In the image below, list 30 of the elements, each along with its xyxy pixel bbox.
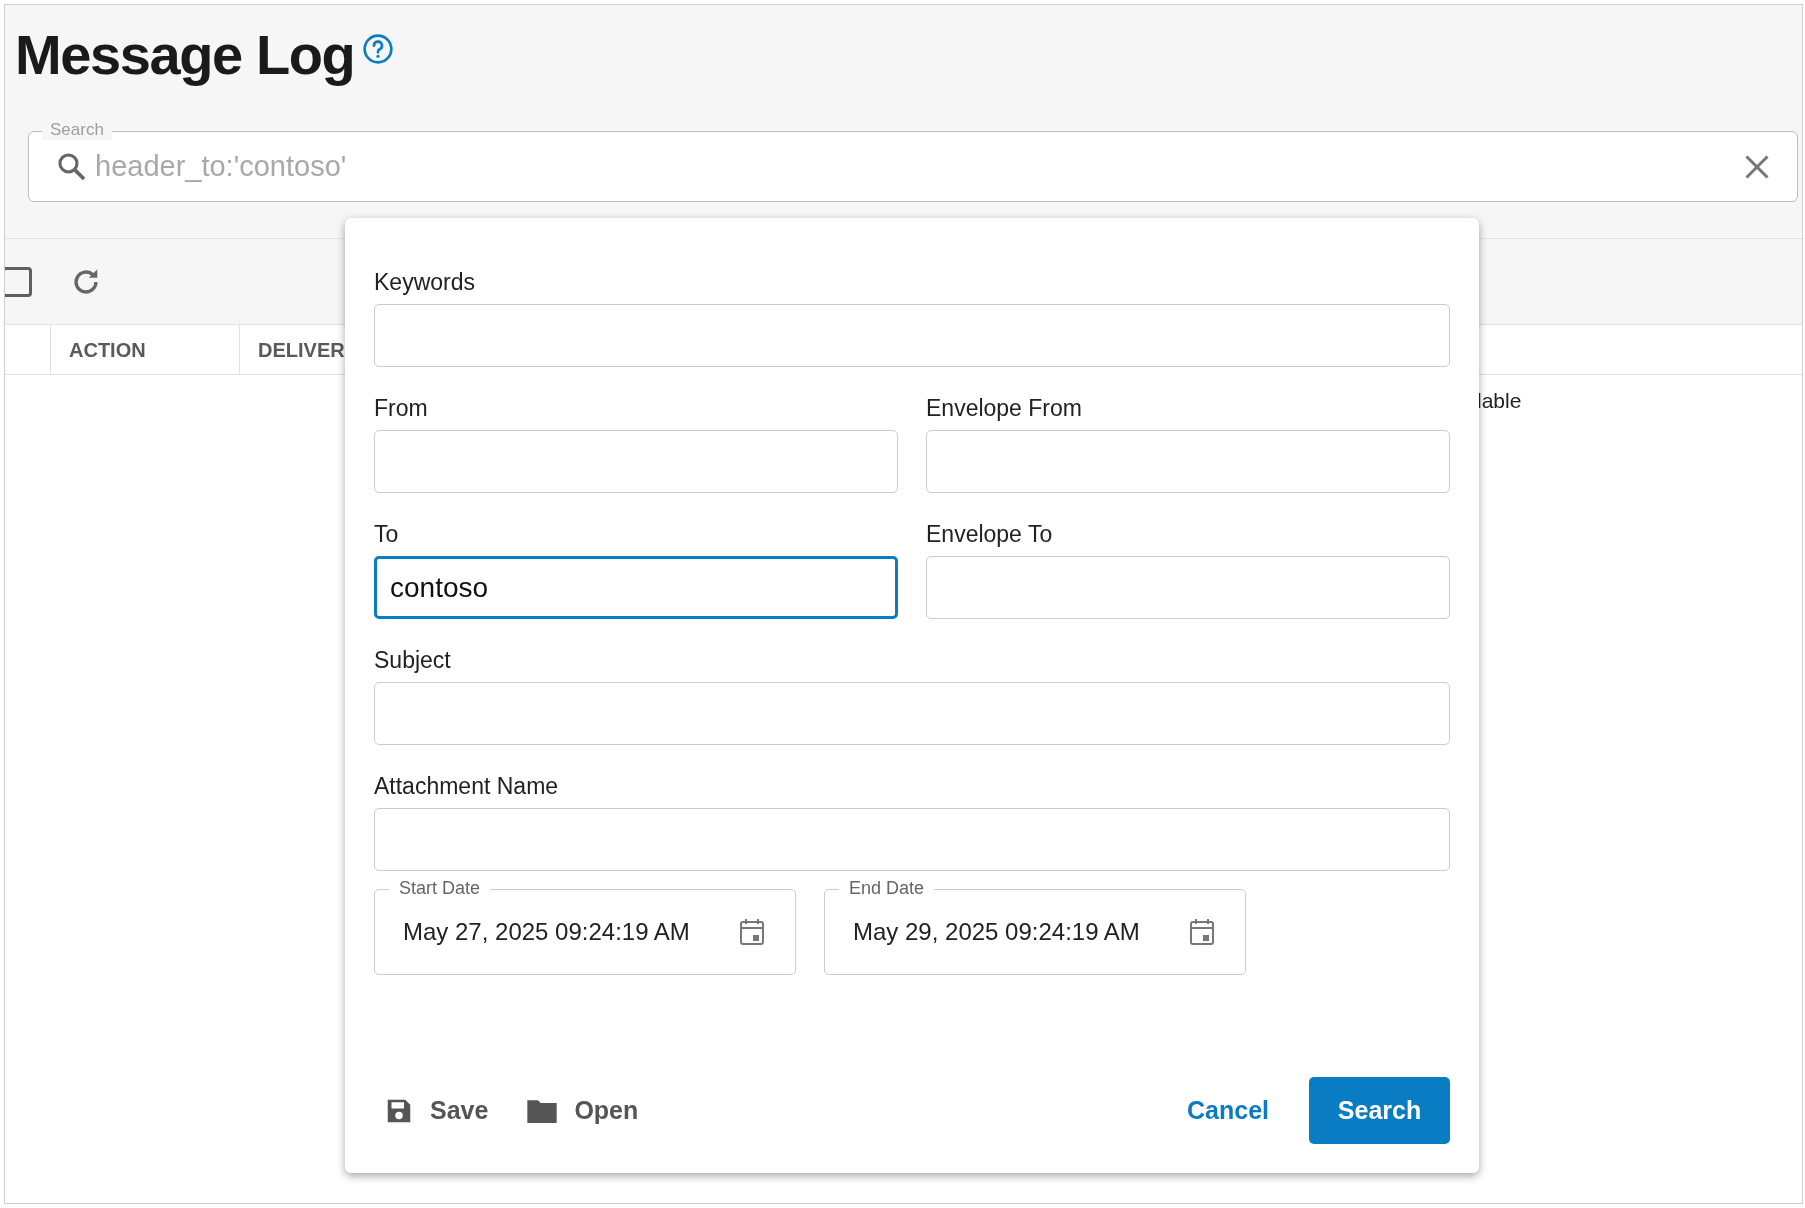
field-label: To bbox=[374, 520, 400, 548]
input-field[interactable] bbox=[374, 430, 898, 493]
help-icon[interactable] bbox=[362, 33, 395, 65]
input-field[interactable] bbox=[374, 808, 1450, 871]
input-field[interactable] bbox=[374, 304, 1450, 367]
input-field[interactable] bbox=[926, 430, 1450, 493]
search-label: Search bbox=[42, 120, 112, 140]
date-value: May 27, 2025 09:24:19 AM bbox=[403, 917, 690, 947]
field-label: Keywords bbox=[374, 268, 476, 296]
field-label: Envelope From bbox=[926, 394, 1083, 422]
close-icon[interactable] bbox=[1743, 152, 1771, 181]
select-all-checkbox[interactable] bbox=[5, 266, 32, 297]
search-input[interactable]: header_to:'contoso' bbox=[95, 144, 1743, 189]
field-label: From bbox=[374, 394, 429, 422]
save-button[interactable]: Save bbox=[374, 1085, 499, 1136]
column-header[interactable]: DELIVER bbox=[258, 334, 345, 365]
cancel-button[interactable]: Cancel bbox=[1175, 1085, 1281, 1136]
field-label: Subject bbox=[374, 646, 452, 674]
search-button[interactable]: Search bbox=[1309, 1077, 1450, 1144]
input-field[interactable] bbox=[374, 682, 1450, 745]
column-header[interactable]: ACTION bbox=[69, 334, 146, 365]
open-button[interactable]: Open bbox=[516, 1085, 649, 1136]
page-title: Message Log bbox=[15, 22, 355, 88]
calendar-icon[interactable] bbox=[1189, 918, 1215, 946]
calendar-icon[interactable] bbox=[739, 918, 765, 946]
input-field[interactable] bbox=[926, 556, 1450, 619]
input-field[interactable]: contoso bbox=[374, 556, 898, 619]
field-label: Envelope To bbox=[926, 520, 1054, 548]
field-label: Attachment Name bbox=[374, 772, 560, 800]
date-value: May 29, 2025 09:24:19 AM bbox=[853, 917, 1140, 947]
